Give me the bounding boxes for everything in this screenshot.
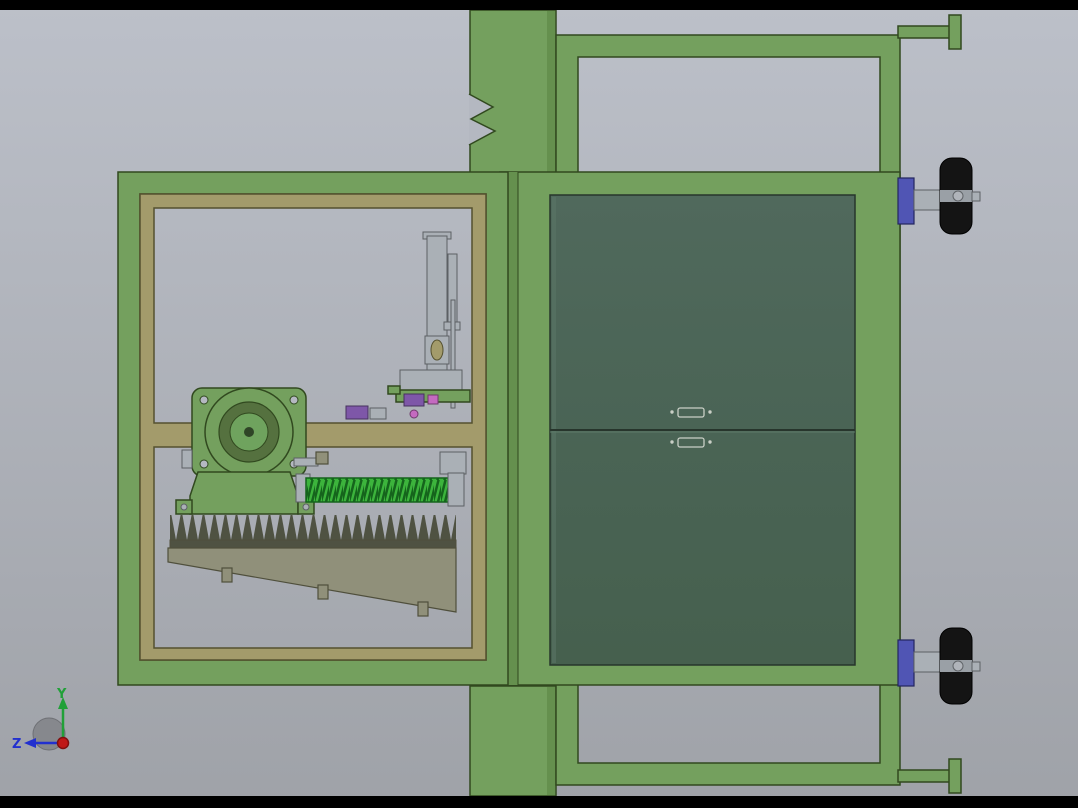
caster-mount-block [897,639,915,687]
letterbox-top [0,0,1078,10]
caster-stem [913,189,943,211]
cad-viewport[interactable]: Y Z [0,0,1078,808]
handle-peg-bottom [897,758,962,794]
bearing-flange [191,387,307,477]
orientation-triad: Y Z [12,687,70,752]
door-cabinet [499,171,901,686]
base-wedge [167,547,457,617]
axis-y-label: Y [56,687,67,702]
toothed-rack [169,515,457,549]
caster-stem [913,651,943,673]
letterbox-bottom [0,796,1078,808]
handle-peg-top [897,14,962,50]
caster-mount-block [897,177,915,225]
lead-screw-spring [305,451,467,507]
axis-x-dot [56,736,70,750]
machine-drawing: Y Z [12,9,981,797]
top-column [468,9,557,179]
caster-top [897,157,981,235]
bottom-column [469,685,557,797]
slide-assembly [345,231,471,420]
caster-bottom [897,627,981,705]
axis-z-label: Z [12,737,21,752]
